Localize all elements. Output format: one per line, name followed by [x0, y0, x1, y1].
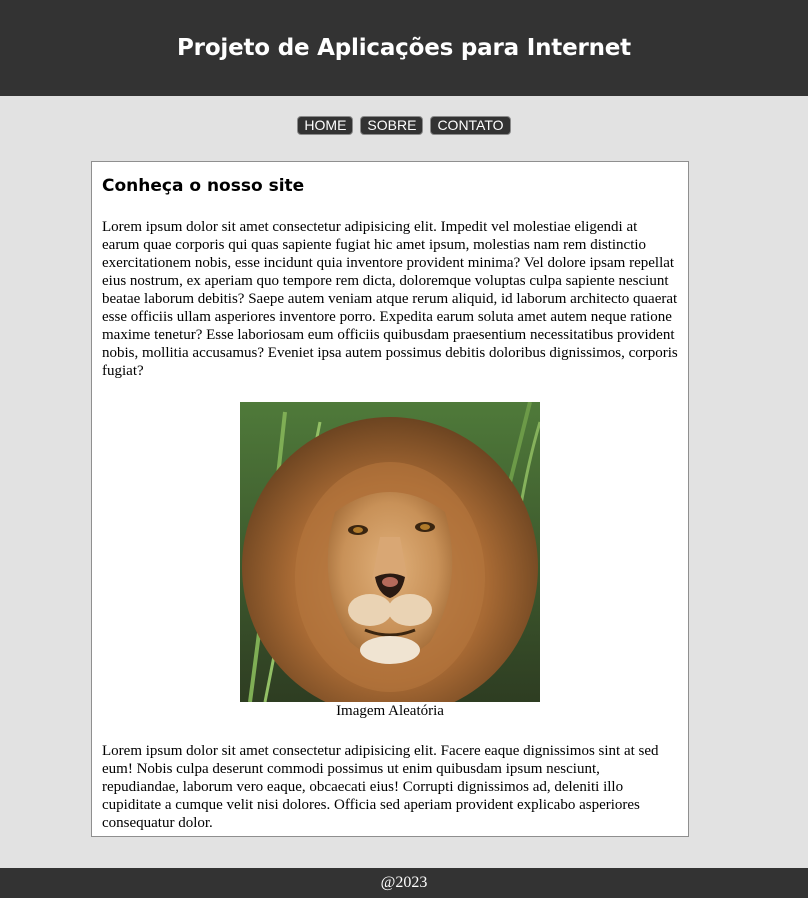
image-caption: Imagem Aleatória	[336, 703, 444, 719]
footer-text: @2023	[380, 874, 428, 891]
nav-sobre-link[interactable]: SOBRE	[360, 116, 424, 135]
page-title: Projeto de Aplicações para Internet	[177, 35, 631, 61]
closing-paragraph: Lorem ipsum dolor sit amet consectetur a…	[102, 743, 659, 831]
intro-paragraph: Lorem ipsum dolor sit amet consectetur a…	[102, 219, 678, 379]
content-card: Conheça o nosso site Lorem ipsum dolor s…	[91, 161, 689, 837]
nav-contato-link[interactable]: CONTATO	[430, 116, 511, 135]
main-nav: HOME SOBRE CONTATO	[0, 116, 808, 135]
lion-photo	[240, 402, 540, 702]
section-heading: Conheça o nosso site	[102, 176, 305, 196]
nav-home-link[interactable]: HOME	[297, 116, 354, 135]
image-figure: Imagem Aleatória	[102, 402, 678, 720]
site-header: Projeto de Aplicações para Internet	[0, 0, 808, 96]
site-footer: @2023	[0, 868, 808, 898]
